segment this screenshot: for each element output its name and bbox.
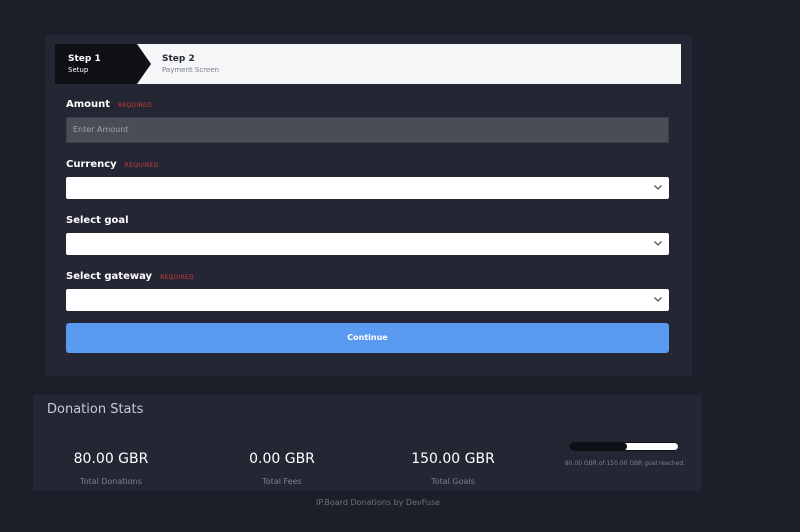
step-1-title: Step 1 <box>68 54 101 64</box>
stat-total-fees: 0.00 GBR Total Fees <box>217 451 347 486</box>
goal-select[interactable] <box>66 233 669 255</box>
continue-button[interactable]: Continue <box>66 323 669 353</box>
step-2-subtitle: Payment Screen <box>162 66 219 74</box>
currency-select[interactable] <box>66 177 669 199</box>
step-1-subtitle: Setup <box>68 66 89 74</box>
stepper: Step 1 Setup Step 2 Payment Screen <box>55 44 681 84</box>
donation-stats-card: Donation Stats 80.00 GBR Total Donations… <box>33 395 702 491</box>
currency-label-row: Currency REQUIRED <box>66 159 159 170</box>
stat-label: Total Goals <box>431 477 475 486</box>
chevron-down-icon <box>654 241 662 246</box>
gateway-label-row: Select gateway REQUIRED <box>66 271 194 282</box>
step-2[interactable]: Step 2 Payment Screen <box>162 53 219 76</box>
footer-credit[interactable]: IP.Board Donations by DevFuse <box>0 498 756 507</box>
stat-total-goals: 150.00 GBR Total Goals <box>388 451 518 486</box>
currency-required-tag: REQUIRED <box>124 162 159 169</box>
gateway-label: Select gateway <box>66 271 153 282</box>
stat-value: 0.00 GBR <box>249 451 315 467</box>
stats-title: Donation Stats <box>47 402 144 417</box>
goal-label-row: Select goal <box>66 215 129 226</box>
stat-value: 150.00 GBR <box>411 451 495 467</box>
goal-progress-caption: 80.00 GBR of 150.00 GBR goal reached. <box>564 460 686 467</box>
stat-label: Total Donations <box>80 477 142 486</box>
step-2-title: Step 2 <box>162 54 195 64</box>
chevron-down-icon <box>654 185 662 190</box>
stat-label: Total Fees <box>262 477 302 486</box>
amount-label-row: Amount REQUIRED <box>66 99 152 110</box>
chevron-down-icon <box>654 297 662 302</box>
goal-label: Select goal <box>66 215 129 226</box>
donation-form-card: Step 1 Setup Step 2 Payment Screen Amoun… <box>45 35 692 376</box>
amount-required-tag: REQUIRED <box>118 102 152 109</box>
gateway-select[interactable] <box>66 289 669 311</box>
amount-label: Amount <box>66 99 111 110</box>
step-1[interactable]: Step 1 Setup <box>55 44 151 84</box>
goal-progress-border <box>569 442 679 451</box>
stat-total-donations: 80.00 GBR Total Donations <box>46 451 176 486</box>
stat-value: 80.00 GBR <box>73 451 149 467</box>
currency-label: Currency <box>66 159 117 170</box>
gateway-required-tag: REQUIRED <box>160 274 194 281</box>
amount-input[interactable]: Enter Amount <box>66 117 669 143</box>
